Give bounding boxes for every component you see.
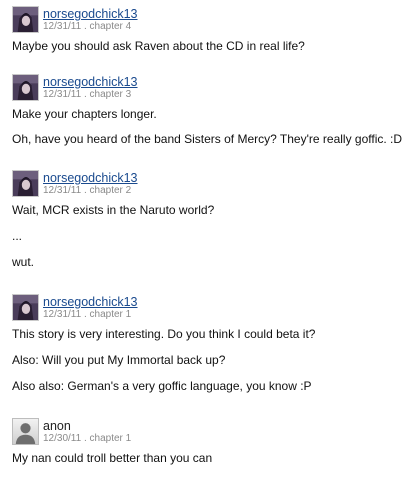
meta-separator: .	[81, 185, 90, 196]
review-text: Also: Will you put My Immortal back up?	[12, 353, 226, 367]
review-text: Make your chapters longer.	[12, 107, 157, 121]
reviewer-name-link[interactable]: norsegodchick13	[43, 295, 138, 309]
review-item: anon 12/30/11 . chapter 1 My nan could t…	[12, 418, 412, 465]
review-meta: 12/30/11 . chapter 1	[43, 433, 131, 445]
review-text: Also also: German's a very goffic langua…	[12, 379, 312, 393]
review-text: wut.	[12, 255, 35, 269]
review-date: 12/31/11	[43, 185, 82, 196]
review-item: norsegodchick13 12/31/11 . chapter 4 May…	[12, 6, 412, 53]
review-meta: 12/31/11 . chapter 4	[43, 21, 131, 33]
review-header: norsegodchick13 12/31/11 . chapter 2	[12, 170, 412, 200]
anonymous-avatar-icon	[12, 418, 39, 445]
review-meta: 12/31/11 . chapter 1	[43, 309, 131, 321]
review-chapter: chapter 2	[89, 185, 132, 196]
user-avatar-icon[interactable]	[12, 170, 39, 197]
review-meta: 12/31/11 . chapter 3	[43, 89, 131, 101]
review-item: norsegodchick13 12/31/11 . chapter 1 Thi…	[12, 294, 412, 393]
user-avatar-icon[interactable]	[12, 294, 39, 321]
review-item: norsegodchick13 12/31/11 . chapter 3 Mak…	[12, 74, 412, 146]
review-date: 12/31/11	[43, 89, 82, 100]
review-chapter: chapter 3	[89, 89, 132, 100]
reviewer-name-link[interactable]: norsegodchick13	[43, 75, 138, 89]
review-text: ...	[12, 229, 23, 243]
reviewer-name-link[interactable]: norsegodchick13	[43, 7, 138, 21]
reviewer-name-link[interactable]: norsegodchick13	[43, 171, 138, 185]
review-chapter: chapter 1	[89, 309, 132, 320]
review-meta: 12/31/11 . chapter 2	[43, 185, 131, 197]
meta-separator: .	[81, 21, 90, 32]
review-item: norsegodchick13 12/31/11 . chapter 2 Wai…	[12, 170, 412, 269]
review-date: 12/30/11	[43, 433, 82, 444]
review-text: Oh, have you heard of the band Sisters o…	[12, 132, 403, 146]
review-header: norsegodchick13 12/31/11 . chapter 3	[12, 74, 412, 104]
meta-separator: .	[81, 89, 90, 100]
review-chapter: chapter 4	[89, 21, 132, 32]
review-text: My nan could troll better than you can	[12, 451, 213, 465]
review-header: norsegodchick13 12/31/11 . chapter 1	[12, 294, 412, 324]
review-chapter: chapter 1	[89, 433, 132, 444]
review-date: 12/31/11	[43, 309, 82, 320]
review-text: Maybe you should ask Raven about the CD …	[12, 39, 305, 53]
review-text: This story is very interesting. Do you t…	[12, 327, 316, 341]
meta-separator: .	[81, 309, 90, 320]
review-header: norsegodchick13 12/31/11 . chapter 4	[12, 6, 412, 36]
review-date: 12/31/11	[43, 21, 82, 32]
review-text: Wait, MCR exists in the Naruto world?	[12, 203, 215, 217]
meta-separator: .	[81, 433, 90, 444]
reviewer-name: anon	[43, 419, 71, 433]
user-avatar-icon[interactable]	[12, 74, 39, 101]
review-header: anon 12/30/11 . chapter 1	[12, 418, 412, 448]
user-avatar-icon[interactable]	[12, 6, 39, 33]
